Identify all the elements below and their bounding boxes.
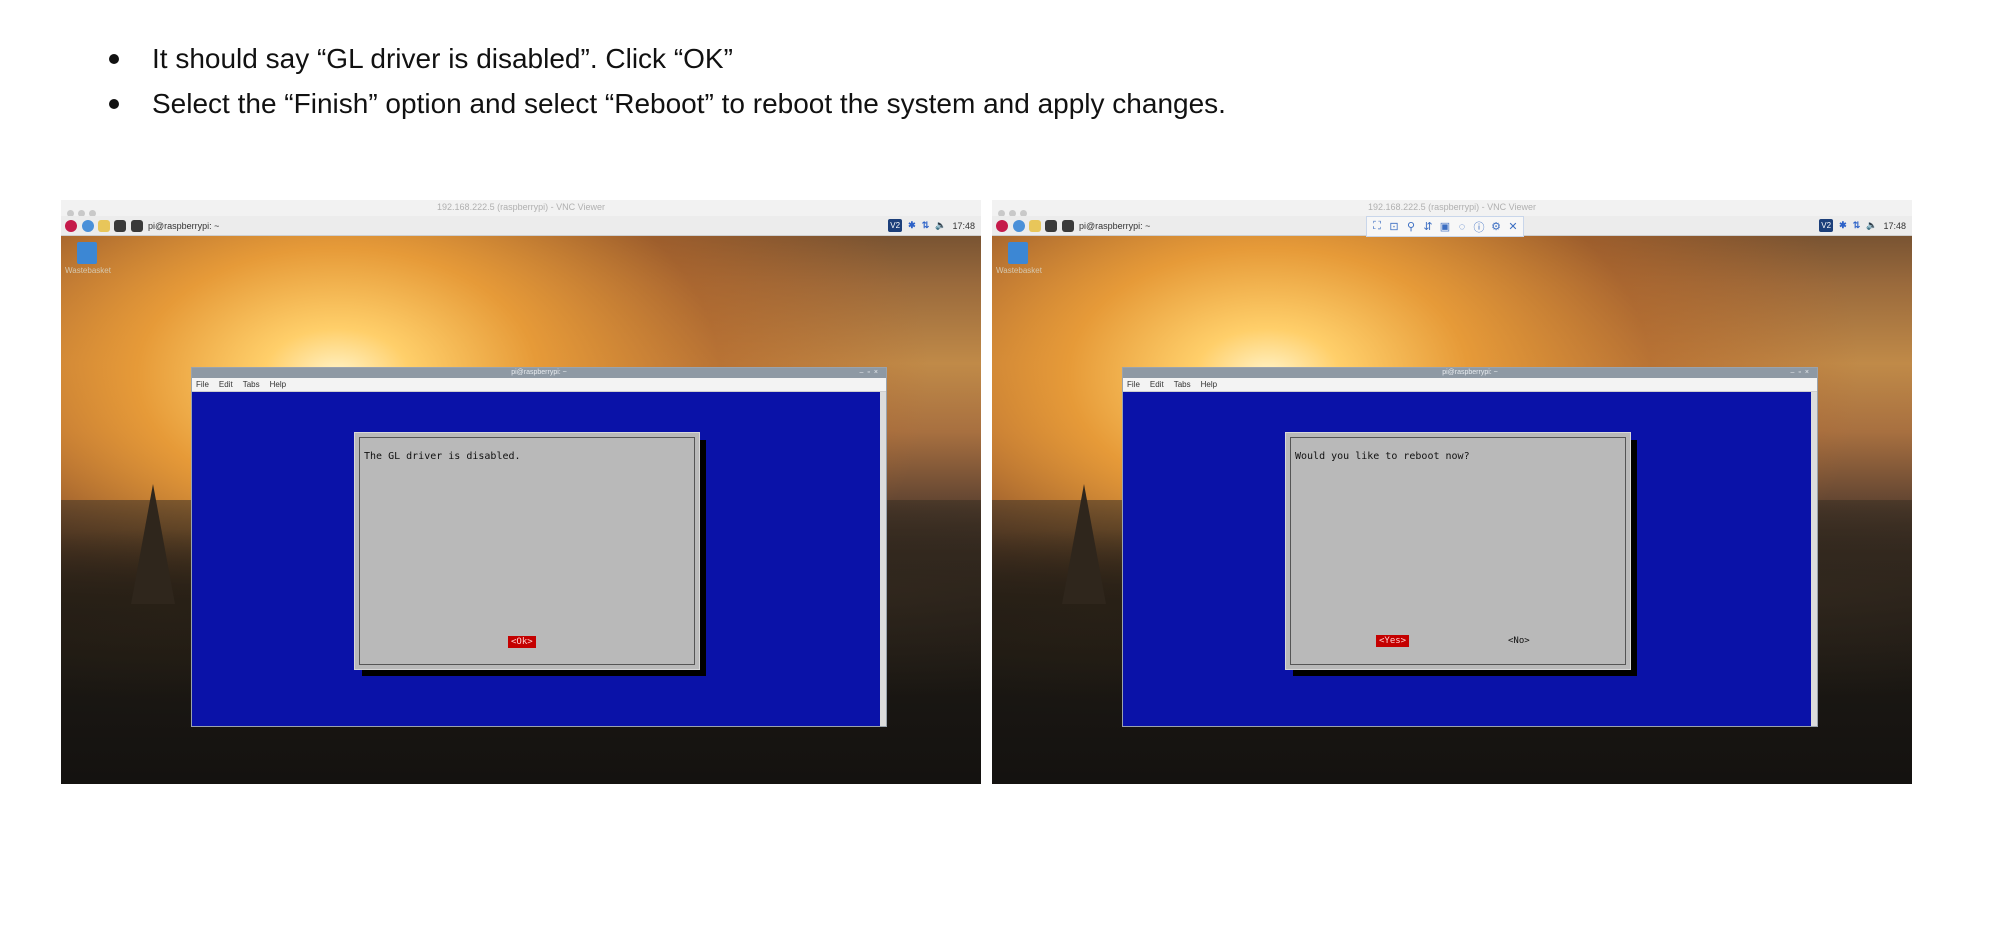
dialog-frame — [1290, 437, 1626, 665]
menu-tabs[interactable]: Tabs — [1174, 380, 1191, 389]
vnc-server-icon[interactable]: V2 — [1819, 219, 1834, 232]
terminal-window: pi@raspberrypi: ~ –▫× File Edit Tabs Hel… — [191, 367, 887, 727]
vnc-server-icon[interactable]: V2 — [888, 219, 903, 232]
menu-edit[interactable]: Edit — [219, 380, 233, 389]
trash-icon[interactable] — [1008, 242, 1028, 264]
system-tray: V2 ✱ ⇅ 🔈 17:48 — [888, 219, 975, 232]
taskbar-terminal-label: pi@raspberrypi: ~ — [148, 220, 220, 231]
menu-tabs[interactable]: Tabs — [243, 380, 260, 389]
terminal-scrollbar[interactable] — [1811, 392, 1817, 726]
trash-label: Wastebasket — [996, 266, 1042, 275]
terminal-menubar: File Edit Tabs Help — [192, 378, 886, 392]
menu-edit[interactable]: Edit — [1150, 380, 1164, 389]
terminal-titlebar: pi@raspberrypi: ~ –▫× — [192, 368, 886, 378]
browser-icon[interactable] — [82, 219, 94, 232]
wallpaper-temple — [131, 484, 175, 604]
network-icon[interactable]: ⇅ — [1853, 220, 1861, 231]
dialog-frame — [359, 437, 695, 665]
taskbar: pi@raspberrypi: ~ V2 ✱ ⇅ 🔈 17:48 — [61, 216, 981, 236]
bullet-dot-icon — [109, 99, 119, 109]
vnc-viewer-toolbar: ⛶ ⊡ ⚲ ⇵ ▣ ◌ ⓘ ⚙ ✕ — [1366, 216, 1524, 237]
volume-icon[interactable]: 🔈 — [1866, 220, 1877, 231]
dialog-message: The GL driver is disabled. — [364, 451, 521, 462]
terminal-menubar: File Edit Tabs Help — [1123, 378, 1817, 392]
file-manager-icon[interactable] — [98, 219, 110, 232]
menu-help[interactable]: Help — [270, 380, 286, 389]
instruction-text: Select the “Finish” option and select “R… — [152, 88, 1226, 119]
screenshot-gl-driver-disabled: 192.168.222.5 (raspberrypi) - VNC Viewer… — [61, 200, 981, 784]
terminal-window-controls[interactable]: –▫× — [860, 368, 882, 378]
transfer-icon[interactable]: ⇵ — [1421, 220, 1435, 233]
taskbar-terminal-task[interactable]: pi@raspberrypi: ~ — [1062, 219, 1150, 232]
trash-label: Wastebasket — [65, 266, 111, 275]
raspi-config-dialog: The GL driver is disabled. <Ok> — [354, 432, 700, 670]
screenshot-reboot-prompt: 192.168.222.5 (raspberrypi) - VNC Viewer… — [992, 200, 1912, 784]
terminal-window: pi@raspberrypi: ~ –▫× File Edit Tabs Hel… — [1122, 367, 1818, 727]
raspberry-menu-icon[interactable] — [65, 219, 77, 232]
info-icon[interactable]: ⓘ — [1472, 219, 1486, 235]
terminal-icon[interactable] — [1045, 219, 1057, 232]
network-icon[interactable]: ⇅ — [922, 220, 930, 231]
file-manager-icon[interactable] — [1029, 219, 1041, 232]
bluetooth-icon[interactable]: ✱ — [908, 220, 916, 231]
vnc-window-title: 192.168.222.5 (raspberrypi) - VNC Viewer — [1368, 202, 1536, 212]
vnc-window-titlebar: 192.168.222.5 (raspberrypi) - VNC Viewer — [992, 200, 1912, 217]
scale-icon[interactable]: ⊡ — [1387, 220, 1401, 233]
instruction-text: It should say “GL driver is disabled”. C… — [152, 43, 733, 74]
menu-file[interactable]: File — [1127, 380, 1140, 389]
settings-icon[interactable]: ⚙ — [1489, 220, 1503, 233]
fullscreen-icon[interactable]: ⛶ — [1370, 220, 1384, 233]
vnc-window-titlebar: 192.168.222.5 (raspberrypi) - VNC Viewer — [61, 200, 981, 217]
terminal-title: pi@raspberrypi: ~ — [1442, 369, 1498, 376]
terminal-icon — [1062, 219, 1074, 232]
ok-button[interactable]: <Ok> — [508, 636, 536, 648]
terminal-window-controls[interactable]: –▫× — [1791, 368, 1813, 378]
instruction-item: Select the “Finish” option and select “R… — [100, 81, 1226, 126]
terminal-title: pi@raspberrypi: ~ — [511, 369, 567, 376]
chat-icon[interactable]: ◌ — [1455, 221, 1469, 233]
taskbar-terminal-label: pi@raspberrypi: ~ — [1079, 220, 1151, 231]
no-button[interactable]: <No> — [1508, 636, 1530, 646]
raspberry-menu-icon[interactable] — [996, 219, 1008, 232]
menu-file[interactable]: File — [196, 380, 209, 389]
pin-icon[interactable]: ⚲ — [1404, 220, 1418, 233]
terminal-scrollbar[interactable] — [880, 392, 886, 726]
raspi-config-dialog: Would you like to reboot now? <Yes> <No> — [1285, 432, 1631, 670]
terminal-icon — [131, 219, 143, 232]
instruction-item: It should say “GL driver is disabled”. C… — [100, 36, 1226, 81]
clock: 17:48 — [952, 220, 975, 231]
terminal-titlebar: pi@raspberrypi: ~ –▫× — [1123, 368, 1817, 378]
trash-icon[interactable] — [77, 242, 97, 264]
bullet-dot-icon — [109, 54, 119, 64]
clock: 17:48 — [1883, 220, 1906, 231]
volume-icon[interactable]: 🔈 — [935, 220, 946, 231]
system-tray: V2 ✱ ⇅ 🔈 17:48 — [1819, 219, 1906, 232]
save-icon[interactable]: ▣ — [1438, 220, 1452, 233]
vnc-window-title: 192.168.222.5 (raspberrypi) - VNC Viewer — [437, 202, 605, 212]
yes-button[interactable]: <Yes> — [1376, 635, 1410, 647]
taskbar-terminal-task[interactable]: pi@raspberrypi: ~ — [131, 219, 219, 232]
terminal-icon[interactable] — [114, 219, 126, 232]
dialog-message: Would you like to reboot now? — [1295, 451, 1470, 462]
browser-icon[interactable] — [1013, 219, 1025, 232]
wallpaper-temple — [1062, 484, 1106, 604]
menu-help[interactable]: Help — [1201, 380, 1217, 389]
instruction-list: It should say “GL driver is disabled”. C… — [100, 36, 1226, 126]
bluetooth-icon[interactable]: ✱ — [1839, 220, 1847, 231]
close-icon[interactable]: ✕ — [1506, 220, 1520, 233]
